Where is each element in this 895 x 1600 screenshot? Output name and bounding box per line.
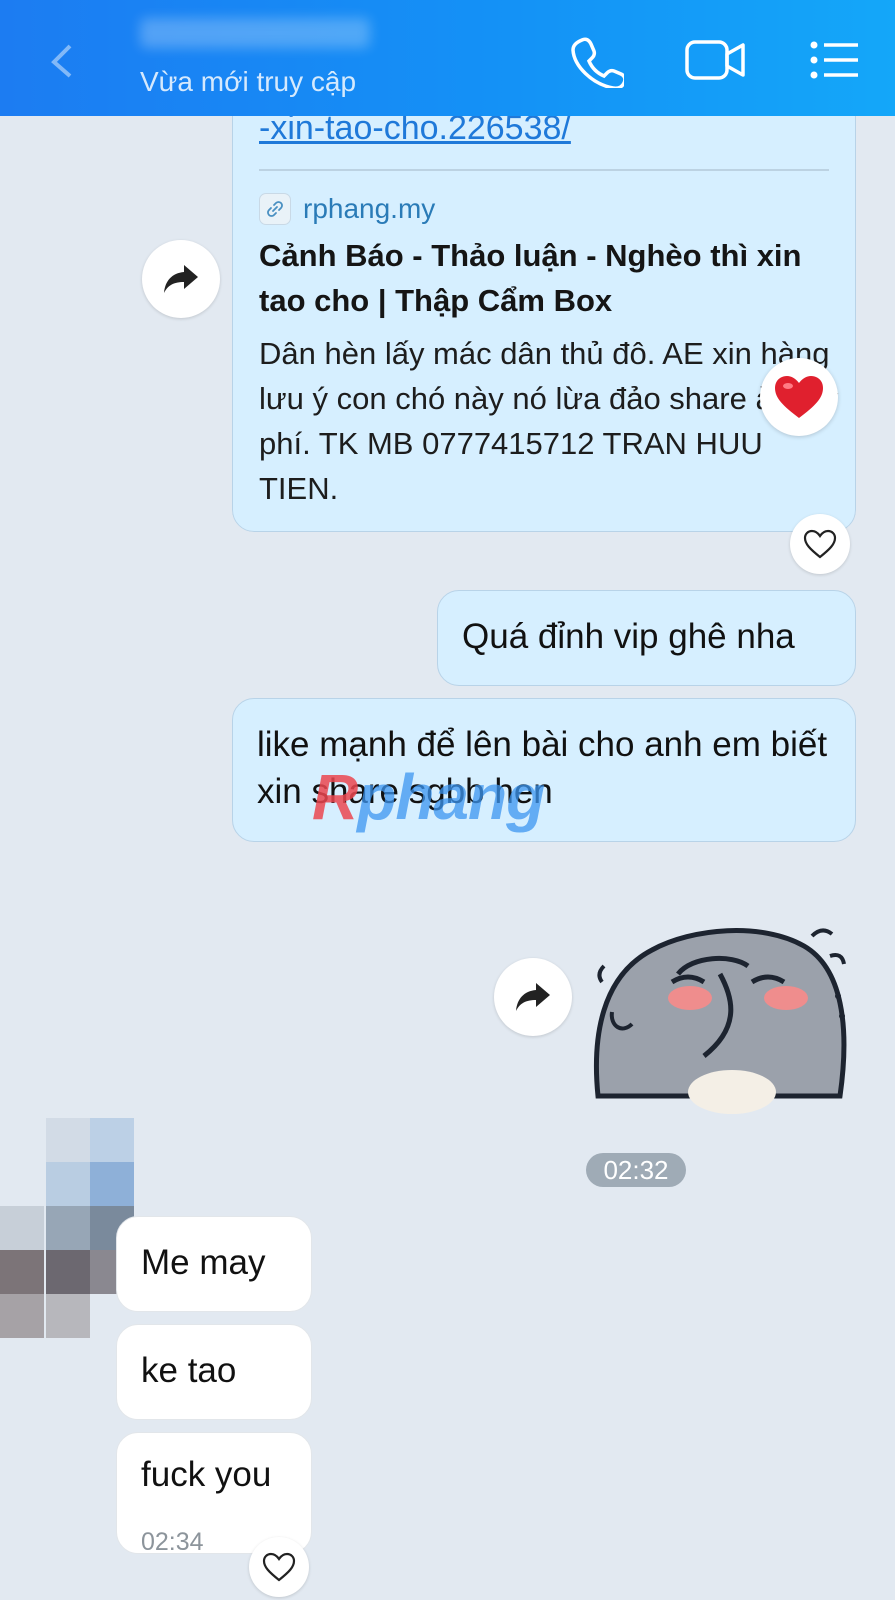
message-timestamp: 02:34 <box>141 1528 204 1556</box>
incoming-message[interactable]: ke tao <box>116 1324 312 1420</box>
outgoing-message[interactable]: Quá đỉnh vip ghê nha <box>437 590 856 686</box>
contact-status: Vừa mới truy cập <box>140 66 357 97</box>
message-text: fuck you <box>141 1455 272 1494</box>
message-text: Me may <box>141 1243 266 1282</box>
card-divider <box>259 169 829 171</box>
message-text: ke tao <box>141 1351 237 1390</box>
back-arrow-icon[interactable] <box>40 40 100 80</box>
contact-avatar-pixelated[interactable] <box>0 1118 136 1342</box>
heart-react-button[interactable] <box>790 514 850 574</box>
chat-header: Vừa mới truy cập <box>0 0 895 116</box>
heart-reaction-badge[interactable] <box>760 358 838 436</box>
share-forward-button[interactable] <box>494 958 572 1036</box>
message-text: Quá đỉnh vip ghê nha <box>462 617 795 656</box>
link-icon <box>259 192 291 225</box>
link-domain: rphang.my <box>303 193 436 224</box>
heart-react-button[interactable] <box>249 1537 309 1597</box>
sticker-message[interactable] <box>592 916 852 1116</box>
time-divider: 02:32 <box>586 1153 686 1187</box>
share-forward-button[interactable] <box>142 240 220 318</box>
contact-name-blurred[interactable] <box>140 18 370 48</box>
menu-list-icon[interactable] <box>808 32 862 88</box>
message-text: like mạnh để lên bài cho anh em biết xin… <box>257 725 828 811</box>
link-preview-message[interactable]: -xin-tao-cho.226538/ rphang.my Cảnh Báo … <box>232 116 856 532</box>
video-call-icon[interactable] <box>684 32 746 88</box>
incoming-message[interactable]: fuck you 02:34 <box>116 1432 312 1556</box>
link-domain-row: rphang.my <box>259 185 435 232</box>
link-title: Cảnh Báo - Thảo luận - Nghèo thì xin tao… <box>259 238 802 318</box>
outgoing-message[interactable]: like mạnh để lên bài cho anh em biết xin… <box>232 698 856 842</box>
forward-arrow-icon <box>164 265 198 293</box>
phone-icon[interactable] <box>568 32 627 90</box>
forward-arrow-icon <box>516 983 550 1011</box>
link-description: Dân hèn lấy mác dân thủ đô. AE xin hàng … <box>259 336 839 506</box>
incoming-message[interactable]: Me may <box>116 1216 312 1312</box>
